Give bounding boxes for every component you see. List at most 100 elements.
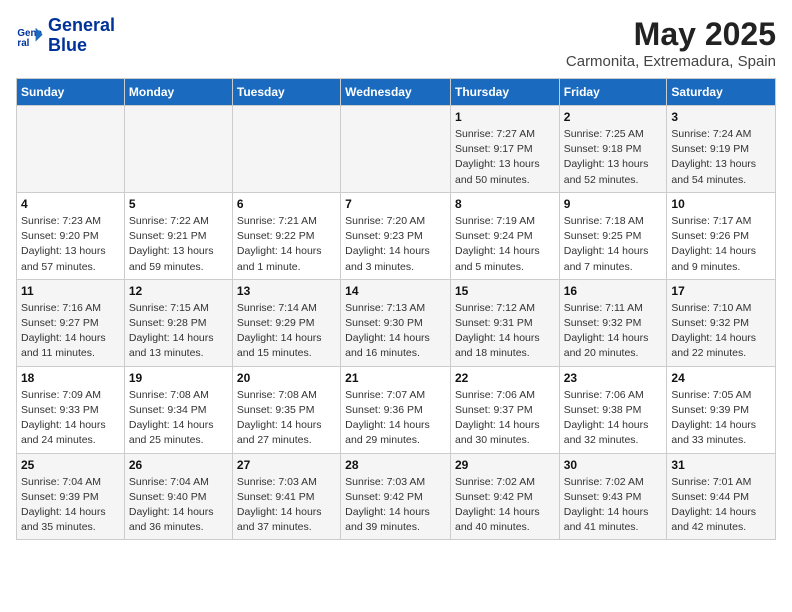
day-number: 11: [21, 284, 120, 298]
calendar-cell: 30 Sunrise: 7:02 AM Sunset: 9:43 PM Dayli…: [559, 453, 667, 540]
calendar-cell: 9Sunrise: 7:18 AM Sunset: 9:25 PM Daylig…: [559, 192, 667, 279]
calendar-cell: 18Sunrise: 7:09 AM Sunset: 9:33 PM Dayli…: [17, 366, 125, 453]
calendar-week-4: 18Sunrise: 7:09 AM Sunset: 9:33 PM Dayli…: [17, 366, 776, 453]
calendar-week-3: 11 Sunrise: 7:16 AM Sunset: 9:27 PM Dayli…: [17, 279, 776, 366]
day-number: 16: [564, 284, 663, 298]
calendar-cell: 31 Sunrise: 7:01 AM Sunset: 9:44 PM Dayli…: [667, 453, 776, 540]
day-detail: Sunrise: 7:17 AM Sunset: 9:26 PM Dayligh…: [671, 214, 771, 275]
calendar-cell: 21 Sunrise: 7:07 AM Sunset: 9:36 PM Dayli…: [341, 366, 451, 453]
calendar-cell: 28 Sunrise: 7:03 AM Sunset: 9:42 PM Dayli…: [341, 453, 451, 540]
day-number: 10: [671, 197, 771, 211]
calendar-cell: [341, 106, 451, 193]
calendar-cell: 16Sunrise: 7:11 AM Sunset: 9:32 PM Dayli…: [559, 279, 667, 366]
main-title: May 2025: [566, 16, 776, 53]
day-number: 2: [564, 110, 663, 124]
header: Gene ral General Blue May 2025 Carmonita…: [16, 16, 776, 70]
col-header-monday: Monday: [124, 79, 232, 106]
day-detail: Sunrise: 7:03 AM Sunset: 9:41 PM Dayligh…: [237, 475, 336, 536]
day-number: 21: [345, 371, 446, 385]
day-number: 20: [237, 371, 336, 385]
day-detail: Sunrise: 7:08 AM Sunset: 9:34 PM Dayligh…: [129, 388, 228, 449]
calendar-cell: 23 Sunrise: 7:06 AM Sunset: 9:38 PM Dayli…: [559, 366, 667, 453]
calendar-cell: 24 Sunrise: 7:05 AM Sunset: 9:39 PM Dayli…: [667, 366, 776, 453]
calendar-cell: 5Sunrise: 7:22 AM Sunset: 9:21 PM Daylig…: [124, 192, 232, 279]
day-number: 28: [345, 458, 446, 472]
col-header-thursday: Thursday: [450, 79, 559, 106]
calendar-cell: 27 Sunrise: 7:03 AM Sunset: 9:41 PM Dayli…: [232, 453, 340, 540]
day-detail: Sunrise: 7:16 AM Sunset: 9:27 PM Dayligh…: [21, 301, 120, 362]
day-detail: Sunrise: 7:02 AM Sunset: 9:43 PM Dayligh…: [564, 475, 663, 536]
day-detail: Sunrise: 7:12 AM Sunset: 9:31 PM Dayligh…: [455, 301, 555, 362]
col-header-sunday: Sunday: [17, 79, 125, 106]
day-number: 9: [564, 197, 663, 211]
logo-text-line1: General: [48, 16, 115, 36]
day-detail: Sunrise: 7:27 AM Sunset: 9:17 PM Dayligh…: [455, 127, 555, 188]
day-detail: Sunrise: 7:06 AM Sunset: 9:38 PM Dayligh…: [564, 388, 663, 449]
day-detail: Sunrise: 7:04 AM Sunset: 9:39 PM Dayligh…: [21, 475, 120, 536]
col-header-saturday: Saturday: [667, 79, 776, 106]
calendar-cell: 26 Sunrise: 7:04 AM Sunset: 9:40 PM Dayli…: [124, 453, 232, 540]
day-number: 12: [129, 284, 228, 298]
day-number: 15: [455, 284, 555, 298]
day-detail: Sunrise: 7:09 AM Sunset: 9:33 PM Dayligh…: [21, 388, 120, 449]
day-number: 23: [564, 371, 663, 385]
calendar-header-row: SundayMondayTuesdayWednesdayThursdayFrid…: [17, 79, 776, 106]
calendar-cell: 22 Sunrise: 7:06 AM Sunset: 9:37 PM Dayli…: [450, 366, 559, 453]
day-detail: Sunrise: 7:22 AM Sunset: 9:21 PM Dayligh…: [129, 214, 228, 275]
day-detail: Sunrise: 7:03 AM Sunset: 9:42 PM Dayligh…: [345, 475, 446, 536]
day-detail: Sunrise: 7:07 AM Sunset: 9:36 PM Dayligh…: [345, 388, 446, 449]
day-number: 26: [129, 458, 228, 472]
day-detail: Sunrise: 7:06 AM Sunset: 9:37 PM Dayligh…: [455, 388, 555, 449]
calendar-cell: 12 Sunrise: 7:15 AM Sunset: 9:28 PM Dayli…: [124, 279, 232, 366]
calendar-table: SundayMondayTuesdayWednesdayThursdayFrid…: [16, 78, 776, 540]
calendar-week-2: 4 Sunrise: 7:23 AM Sunset: 9:20 PM Daylig…: [17, 192, 776, 279]
calendar-cell: 3Sunrise: 7:24 AM Sunset: 9:19 PM Daylig…: [667, 106, 776, 193]
day-detail: Sunrise: 7:01 AM Sunset: 9:44 PM Dayligh…: [671, 475, 771, 536]
day-number: 7: [345, 197, 446, 211]
col-header-tuesday: Tuesday: [232, 79, 340, 106]
day-number: 1: [455, 110, 555, 124]
calendar-cell: 6Sunrise: 7:21 AM Sunset: 9:22 PM Daylig…: [232, 192, 340, 279]
calendar-week-5: 25 Sunrise: 7:04 AM Sunset: 9:39 PM Dayli…: [17, 453, 776, 540]
day-number: 27: [237, 458, 336, 472]
day-number: 24: [671, 371, 771, 385]
calendar-cell: 8Sunrise: 7:19 AM Sunset: 9:24 PM Daylig…: [450, 192, 559, 279]
day-number: 30: [564, 458, 663, 472]
subtitle: Carmonita, Extremadura, Spain: [566, 53, 776, 70]
day-number: 17: [671, 284, 771, 298]
day-detail: Sunrise: 7:15 AM Sunset: 9:28 PM Dayligh…: [129, 301, 228, 362]
day-detail: Sunrise: 7:19 AM Sunset: 9:24 PM Dayligh…: [455, 214, 555, 275]
day-detail: Sunrise: 7:10 AM Sunset: 9:32 PM Dayligh…: [671, 301, 771, 362]
day-number: 19: [129, 371, 228, 385]
day-detail: Sunrise: 7:13 AM Sunset: 9:30 PM Dayligh…: [345, 301, 446, 362]
svg-text:ral: ral: [17, 38, 29, 49]
day-number: 14: [345, 284, 446, 298]
day-number: 13: [237, 284, 336, 298]
day-number: 22: [455, 371, 555, 385]
calendar-cell: 7 Sunrise: 7:20 AM Sunset: 9:23 PM Daylig…: [341, 192, 451, 279]
logo-text-line2: Blue: [48, 36, 115, 56]
day-number: 6: [237, 197, 336, 211]
col-header-friday: Friday: [559, 79, 667, 106]
day-detail: Sunrise: 7:20 AM Sunset: 9:23 PM Dayligh…: [345, 214, 446, 275]
calendar-cell: [232, 106, 340, 193]
calendar-cell: 20Sunrise: 7:08 AM Sunset: 9:35 PM Dayli…: [232, 366, 340, 453]
calendar-cell: 4 Sunrise: 7:23 AM Sunset: 9:20 PM Daylig…: [17, 192, 125, 279]
calendar-cell: [124, 106, 232, 193]
calendar-cell: 15 Sunrise: 7:12 AM Sunset: 9:31 PM Dayli…: [450, 279, 559, 366]
day-detail: Sunrise: 7:05 AM Sunset: 9:39 PM Dayligh…: [671, 388, 771, 449]
day-detail: Sunrise: 7:25 AM Sunset: 9:18 PM Dayligh…: [564, 127, 663, 188]
day-number: 25: [21, 458, 120, 472]
day-detail: Sunrise: 7:04 AM Sunset: 9:40 PM Dayligh…: [129, 475, 228, 536]
day-detail: Sunrise: 7:02 AM Sunset: 9:42 PM Dayligh…: [455, 475, 555, 536]
day-number: 4: [21, 197, 120, 211]
day-detail: Sunrise: 7:23 AM Sunset: 9:20 PM Dayligh…: [21, 214, 120, 275]
calendar-week-1: 1 Sunrise: 7:27 AM Sunset: 9:17 PM Daylig…: [17, 106, 776, 193]
calendar-cell: 14 Sunrise: 7:13 AM Sunset: 9:30 PM Dayli…: [341, 279, 451, 366]
calendar-cell: 25 Sunrise: 7:04 AM Sunset: 9:39 PM Dayli…: [17, 453, 125, 540]
col-header-wednesday: Wednesday: [341, 79, 451, 106]
day-number: 31: [671, 458, 771, 472]
calendar-cell: 1 Sunrise: 7:27 AM Sunset: 9:17 PM Daylig…: [450, 106, 559, 193]
logo-icon: Gene ral: [16, 22, 44, 50]
logo: Gene ral General Blue: [16, 16, 115, 56]
